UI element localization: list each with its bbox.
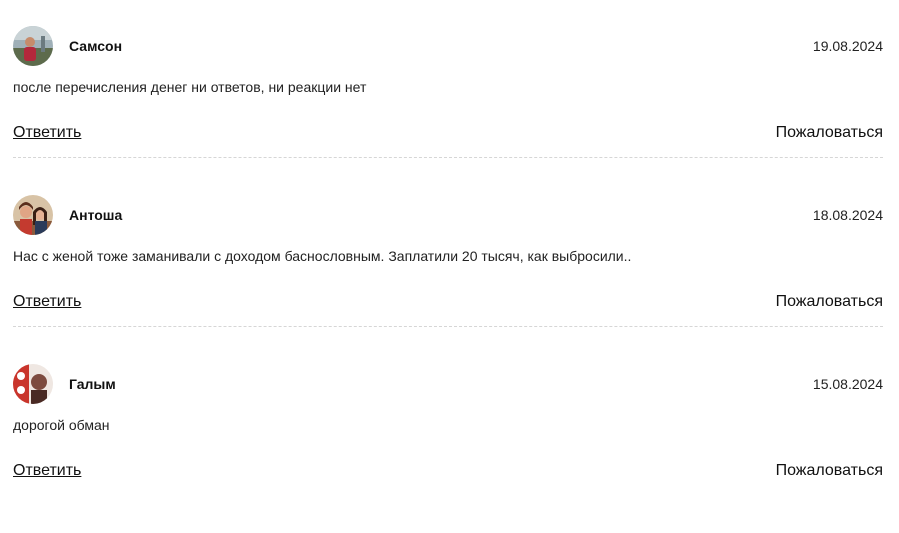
comment-header: Антоша 18.08.2024 [13, 195, 883, 235]
comment-date: 18.08.2024 [812, 207, 883, 223]
comment-text: после перечисления денег ни ответов, ни … [13, 79, 367, 95]
report-button[interactable]: Пожаловаться [776, 293, 883, 311]
avatar-photo [13, 26, 53, 66]
avatar-photo [13, 195, 53, 235]
comment-item: Антоша 18.08.2024 Нас с женой тоже заман… [13, 195, 883, 364]
reply-link[interactable]: Ответить [13, 293, 81, 311]
comment-divider [13, 157, 883, 158]
comment-header: Самсон 19.08.2024 [13, 26, 883, 66]
avatar[interactable] [13, 26, 53, 66]
comments-list: Самсон 19.08.2024 после перечисления ден… [0, 0, 899, 496]
comment-item: Галым 15.08.2024 дорогой обман Ответить … [13, 364, 883, 533]
report-button[interactable]: Пожаловаться [776, 462, 883, 480]
reply-link[interactable]: Ответить [13, 462, 81, 480]
comment-divider [13, 326, 883, 327]
comment-date: 15.08.2024 [812, 376, 883, 392]
comment-text: Нас с женой тоже заманивали с доходом ба… [13, 248, 632, 264]
avatar-photo [13, 364, 53, 404]
report-button[interactable]: Пожаловаться [776, 124, 883, 142]
comment-author: Галым [69, 376, 116, 392]
avatar[interactable] [13, 364, 53, 404]
avatar[interactable] [13, 195, 53, 235]
comment-author: Антоша [69, 207, 123, 223]
reply-link[interactable]: Ответить [13, 124, 81, 142]
comment-author: Самсон [69, 38, 123, 54]
comment-item: Самсон 19.08.2024 после перечисления ден… [13, 26, 883, 195]
comment-text: дорогой обман [13, 417, 110, 433]
comment-header: Галым 15.08.2024 [13, 364, 883, 404]
comment-date: 19.08.2024 [812, 38, 883, 54]
